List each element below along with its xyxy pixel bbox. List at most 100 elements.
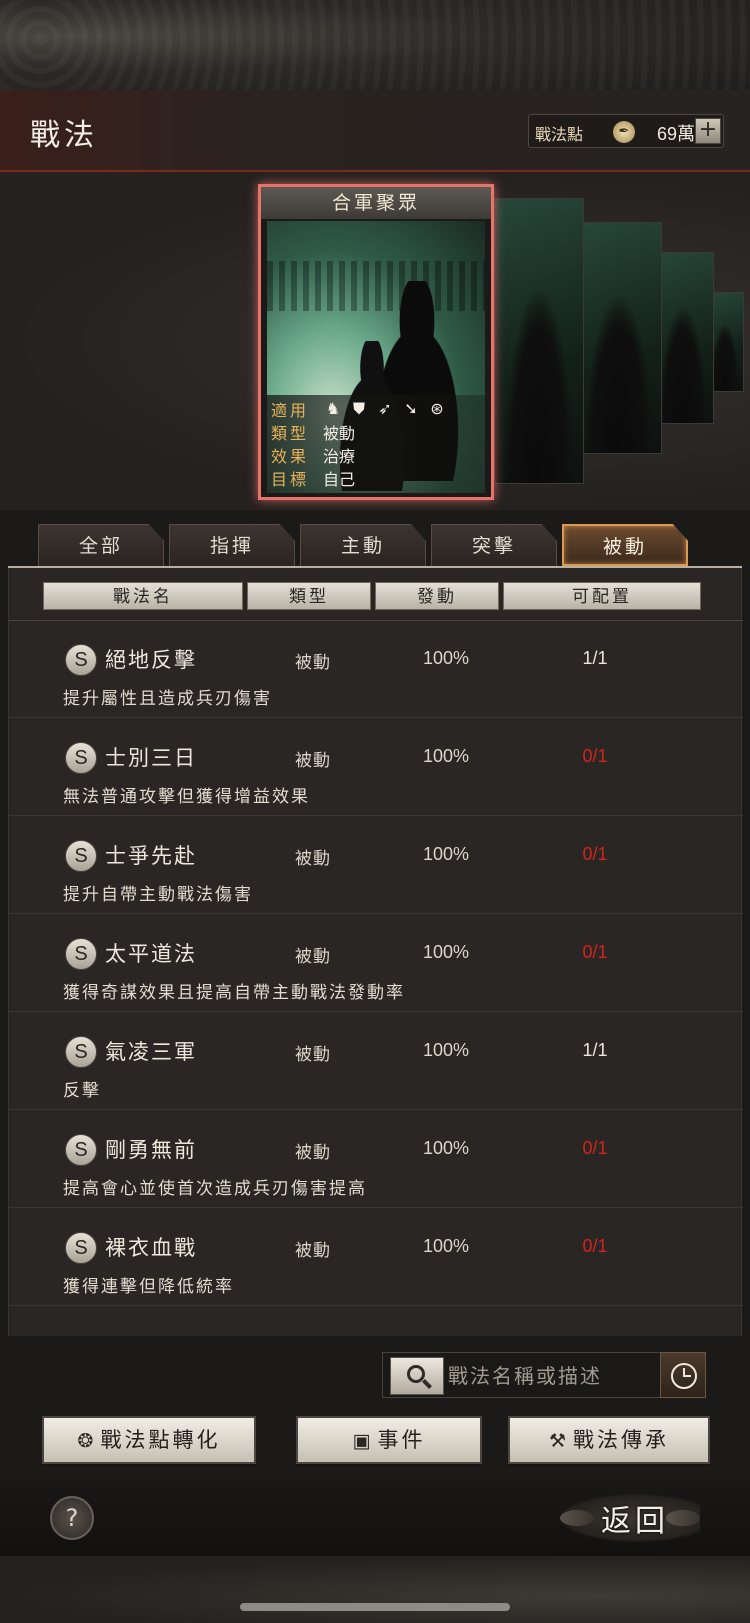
- tactic-description: 無法普通攻擊但獲得增益效果: [63, 787, 310, 807]
- featured-card-title: 合軍聚眾: [261, 187, 491, 219]
- tactic-description: 反擊: [63, 1081, 101, 1101]
- grade-badge: S: [65, 742, 97, 774]
- spear-icon: ➘: [404, 399, 418, 418]
- flame-icon: ❂: [77, 1430, 97, 1452]
- info-key: 類型: [271, 424, 310, 443]
- tab-passive[interactable]: 被動: [562, 524, 688, 566]
- grade-badge: S: [65, 840, 97, 872]
- hammer-icon: ⚒: [548, 1430, 570, 1452]
- tactic-card-back-2[interactable]: [576, 222, 662, 454]
- tactic-rate: 100%: [423, 746, 470, 766]
- back-button[interactable]: 返回: [560, 1494, 700, 1542]
- tactic-name: 剛勇無前: [105, 1138, 197, 1162]
- column-header-rate[interactable]: 發動: [375, 582, 499, 610]
- search-button[interactable]: [390, 1357, 444, 1395]
- tactic-type: 被動: [295, 1241, 331, 1261]
- info-value: 被動: [323, 424, 356, 443]
- shield-icon: ⛊: [352, 399, 365, 418]
- tactic-capacity: 0/1: [582, 746, 608, 766]
- grade-badge: S: [65, 1232, 97, 1264]
- tactic-name: 絕地反擊: [105, 648, 197, 672]
- tactic-rate: 100%: [423, 844, 470, 864]
- tactic-row[interactable]: S 剛勇無前 被動 100% 0/1 提高會心並使首次造成兵刃傷害提高: [9, 1116, 743, 1208]
- info-row-effect: 效果 治療: [271, 443, 355, 466]
- tactic-row[interactable]: S 太平道法 被動 100% 0/1 獲得奇謀效果且提高自帶主動戰法發動率: [9, 920, 743, 1012]
- tactic-row[interactable]: S 裸衣血戰 被動 100% 0/1 獲得連擊但降低統率: [9, 1214, 743, 1306]
- page-title: 戰法: [30, 118, 98, 153]
- tactic-rate: 100%: [423, 648, 470, 668]
- bottom-decoration: [0, 1556, 750, 1623]
- tactic-rate: 100%: [423, 1040, 470, 1060]
- header-divider: [9, 620, 743, 621]
- tactic-rate: 100%: [423, 1236, 470, 1256]
- tactic-name: 士爭先赴: [105, 844, 197, 868]
- info-row-applicable: 適用 ♞ ⛊ ➶ ➘ ⊛: [271, 397, 444, 420]
- tab-active[interactable]: 主動: [300, 524, 426, 566]
- tactic-name: 氣凌三軍: [105, 1040, 197, 1064]
- events-button[interactable]: ▣ 事件: [296, 1416, 482, 1464]
- tactic-row[interactable]: S 士爭先赴 被動 100% 0/1 提升自帶主動戰法傷害: [9, 822, 743, 914]
- column-header-name[interactable]: 戰法名: [43, 582, 243, 610]
- history-button[interactable]: [660, 1352, 706, 1398]
- tactic-rate: 100%: [423, 942, 470, 962]
- applicable-icons: ♞ ⛊ ➶ ➘ ⊛: [323, 399, 453, 419]
- home-indicator[interactable]: [240, 1603, 510, 1611]
- grade-badge: S: [65, 1036, 97, 1068]
- column-header-type[interactable]: 類型: [247, 582, 371, 610]
- tactic-points-value: 69萬: [656, 124, 695, 144]
- tactic-description: 提高會心並使首次造成兵刃傷害提高: [63, 1179, 367, 1199]
- tactic-capacity: 0/1: [582, 844, 608, 864]
- tactic-description: 獲得奇謀效果且提高自帶主動戰法發動率: [63, 983, 405, 1003]
- grade-badge: S: [65, 1134, 97, 1166]
- tactic-rate: 100%: [423, 1138, 470, 1158]
- tab-all[interactable]: 全部: [38, 524, 164, 566]
- alert-icon: ▣: [352, 1430, 374, 1452]
- tactic-capacity: 1/1: [582, 648, 608, 668]
- info-value: 自己: [323, 470, 356, 489]
- info-key: 效果: [271, 447, 310, 466]
- tactic-name: 士別三日: [105, 746, 197, 770]
- tab-command[interactable]: 指揮: [169, 524, 295, 566]
- feather-icon: ✒: [613, 121, 635, 143]
- tactic-name: 裸衣血戰: [105, 1236, 197, 1260]
- info-key: 適用: [271, 401, 310, 420]
- tactic-description: 提升自帶主動戰法傷害: [63, 885, 253, 905]
- tab-assault[interactable]: 突擊: [431, 524, 557, 566]
- tactic-description: 提升屬性且造成兵刃傷害: [63, 689, 272, 709]
- tactic-card-back-1[interactable]: [494, 198, 584, 484]
- tactic-list-panel[interactable]: 戰法名 類型 發動 可配置 S 絕地反擊 被動 100% 1/1 提升屬性且造成…: [8, 568, 743, 1336]
- tactic-description: 獲得連擊但降低統率: [63, 1277, 234, 1297]
- events-label: 事件: [377, 1428, 426, 1452]
- grade-badge: S: [65, 938, 97, 970]
- tactic-points-box: 戰法點 ✒ 69萬 +: [528, 114, 724, 148]
- tactic-type: 被動: [295, 1045, 331, 1065]
- help-button[interactable]: ?: [50, 1496, 94, 1540]
- convert-points-button[interactable]: ❂ 戰法點轉化: [42, 1416, 256, 1464]
- info-row-type: 類型 被動: [271, 420, 355, 443]
- tactic-type: 被動: [295, 751, 331, 771]
- convert-points-label: 戰法點轉化: [100, 1428, 221, 1452]
- tactic-row[interactable]: S 絕地反擊 被動 100% 1/1 提升屬性且造成兵刃傷害: [9, 626, 743, 718]
- inherit-tactic-button[interactable]: ⚒ 戰法傳承: [508, 1416, 710, 1464]
- column-header-capacity[interactable]: 可配置: [503, 582, 701, 610]
- tactic-name: 太平道法: [105, 942, 197, 966]
- tactic-capacity: 1/1: [582, 1040, 608, 1060]
- featured-tactic-card[interactable]: 合軍聚眾 適用 ♞ ⛊ ➶ ➘ ⊛ 類型 被動 效果 治療 目標 自己: [258, 184, 494, 500]
- tactic-capacity: 0/1: [582, 942, 608, 962]
- featured-card-info: 適用 ♞ ⛊ ➶ ➘ ⊛ 類型 被動 效果 治療 目標 自己: [267, 395, 485, 493]
- info-key: 目標: [271, 470, 310, 489]
- add-points-button[interactable]: +: [695, 118, 721, 144]
- tactic-row[interactable]: S 士別三日 被動 100% 0/1 無法普通攻擊但獲得增益效果: [9, 724, 743, 816]
- cavalry-icon: ♞: [325, 399, 341, 418]
- search-input[interactable]: [448, 1357, 656, 1395]
- tactic-type-tabs: 全部 指揮 主動 突擊 被動: [38, 524, 738, 566]
- tactic-type: 被動: [295, 947, 331, 967]
- tactic-capacity: 0/1: [582, 1236, 608, 1256]
- grade-badge: S: [65, 644, 97, 676]
- tactic-type: 被動: [295, 653, 331, 673]
- top-decoration: [0, 0, 750, 90]
- tactic-row[interactable]: S 氣凌三軍 被動 100% 1/1 反擊: [9, 1018, 743, 1110]
- inherit-tactic-label: 戰法傳承: [573, 1428, 670, 1452]
- info-row-target: 目標 自己: [271, 466, 355, 489]
- back-label: 返回: [601, 1504, 669, 1539]
